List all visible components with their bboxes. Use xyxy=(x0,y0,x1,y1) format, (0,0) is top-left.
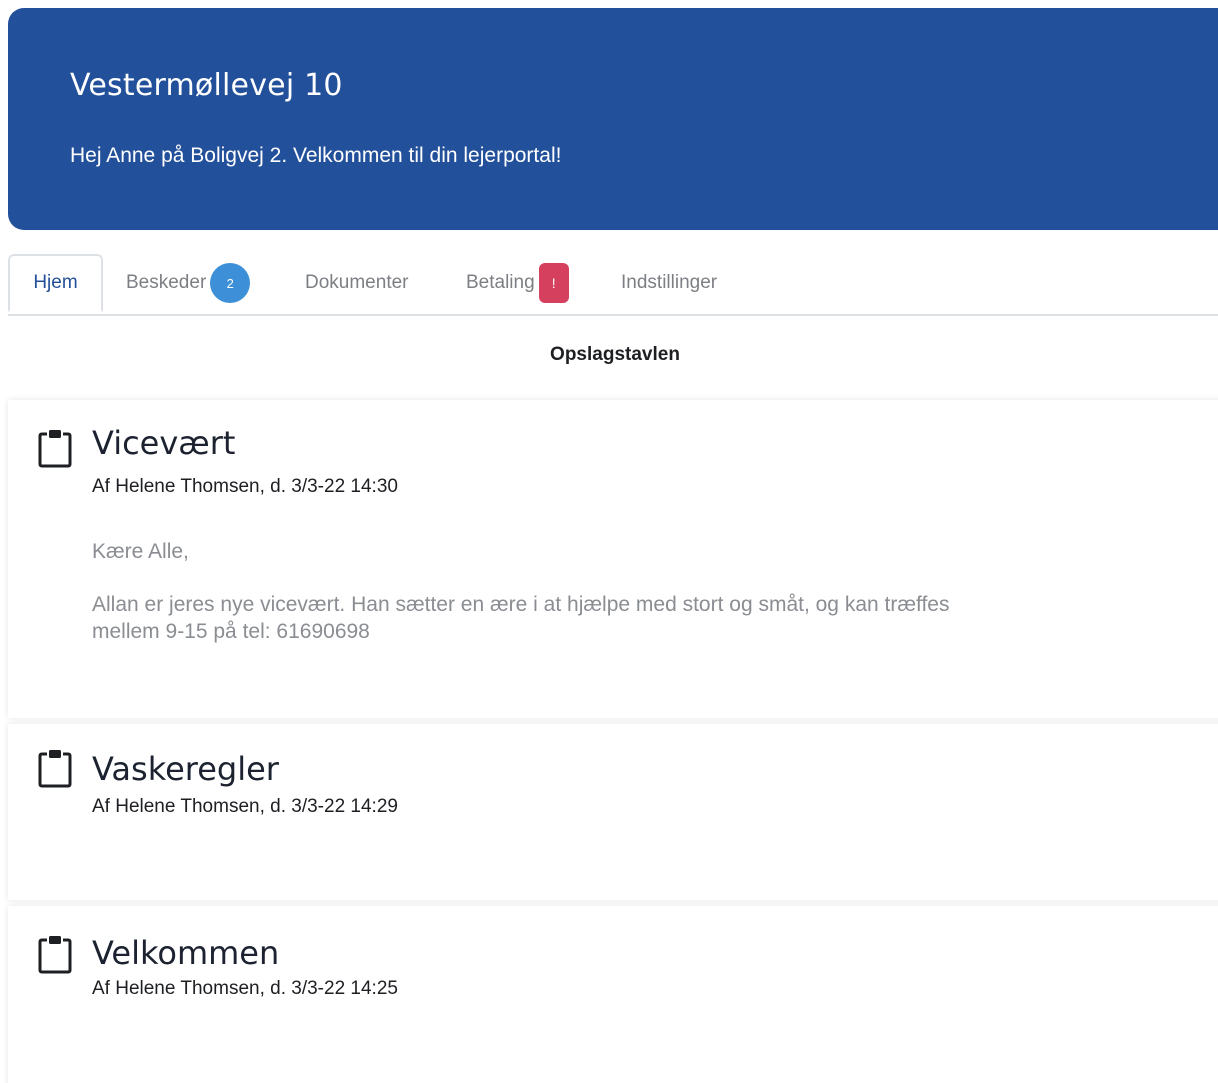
unread-count-badge: 2 xyxy=(210,263,251,303)
tab-label: Beskeder xyxy=(126,272,207,293)
post-title: Vaskeregler xyxy=(92,750,279,788)
post-author-date: Af Helene Thomsen, d. 3/3-22 14:29 xyxy=(92,796,398,817)
welcome-message: Hej Anne på Boligvej 2. Velkommen til di… xyxy=(70,144,562,167)
tab-label: Hjem xyxy=(33,272,78,293)
post-author-date: Af Helene Thomsen, d. 3/3-22 14:25 xyxy=(92,978,398,999)
post-paragraph: Allan er jeres nye vicevært. Han sætter … xyxy=(92,593,950,643)
tenant-portal-page: Vestermøllevej 10 Hej Anne på Boligvej 2… xyxy=(0,0,1218,1083)
payment-alert-badge: ! xyxy=(538,263,569,303)
post-author-date: Af Helene Thomsen, d. 3/3-22 14:30 xyxy=(92,476,398,497)
tab-label: Indstillinger xyxy=(621,272,718,293)
post-card[interactable]: Vicevært Af Helene Thomsen, d. 3/3-22 14… xyxy=(8,400,1218,718)
header-banner: Vestermøllevej 10 Hej Anne på Boligvej 2… xyxy=(8,8,1218,230)
post-card[interactable]: Velkommen Af Helene Thomsen, d. 3/3-22 1… xyxy=(8,906,1218,1083)
tab-label: Dokumenter xyxy=(305,272,409,293)
tab-dokumenter[interactable]: Dokumenter xyxy=(305,254,409,312)
tab-bar: Hjem Beskeder 2 Dokumenter Betaling ! In… xyxy=(8,254,1218,316)
post-title: Vicevært xyxy=(92,424,236,462)
clipboard-icon xyxy=(38,750,72,788)
post-title: Velkommen xyxy=(92,934,280,972)
tab-hjem[interactable]: Hjem xyxy=(8,254,103,312)
property-title: Vestermøllevej 10 xyxy=(70,68,343,103)
clipboard-icon xyxy=(38,936,72,974)
tab-betaling[interactable]: Betaling ! xyxy=(466,254,569,312)
tab-indstillinger[interactable]: Indstillinger xyxy=(621,254,717,312)
tab-beskeder[interactable]: Beskeder 2 xyxy=(126,254,251,312)
post-card[interactable]: Vaskeregler Af Helene Thomsen, d. 3/3-22… xyxy=(8,724,1218,900)
bulletin-board-title: Opslagstavlen xyxy=(550,344,680,365)
post-body: Kære Alle, Allan er jeres nye vicevært. … xyxy=(92,538,992,671)
tab-label: Betaling xyxy=(466,272,535,293)
clipboard-icon xyxy=(38,430,72,468)
post-paragraph: Kære Alle, xyxy=(92,540,189,563)
